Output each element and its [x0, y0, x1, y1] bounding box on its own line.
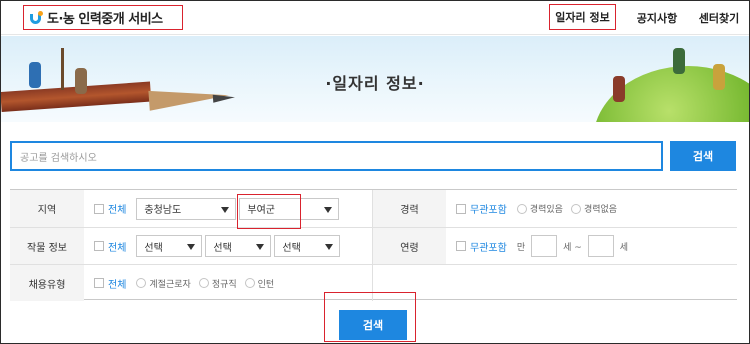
experience-yes-radio[interactable]: [516, 203, 527, 214]
intern-radio[interactable]: [244, 278, 255, 288]
experience-label: 경력: [372, 190, 446, 227]
crop-select-3[interactable]: 선택: [274, 235, 341, 257]
region-all-label[interactable]: 전체: [108, 201, 126, 216]
experience-yes-label[interactable]: 경력있음: [530, 202, 563, 215]
age-label: 연령: [372, 228, 446, 264]
nav-center-finder[interactable]: 센터찾기: [693, 1, 745, 35]
logo-text: 도·농 인력중개 서비스: [47, 12, 163, 27]
crop-all-label[interactable]: 전체: [108, 239, 126, 254]
employment-all-label[interactable]: 전체: [108, 276, 126, 291]
age-any-checkbox[interactable]: [456, 241, 466, 251]
pencil-lead-illustration: [212, 93, 236, 103]
logo[interactable]: 도·농 인력중개 서비스: [23, 5, 183, 30]
filter-row-crop: 작물 정보 전체 선택 선택 선택 연령 무관포함 만 세 ~ 세: [10, 228, 737, 265]
submit-search-button[interactable]: 검색: [339, 310, 407, 340]
seasonal-worker-label[interactable]: 계절근로자: [149, 277, 190, 290]
nav-jobs[interactable]: 일자리 정보: [549, 4, 616, 30]
banner: ·일자리 정보·: [1, 36, 749, 122]
full-time-label[interactable]: 정규직: [212, 277, 237, 290]
county-select[interactable]: 부여군: [239, 197, 340, 220]
crop-select-2[interactable]: 선택: [205, 235, 272, 257]
seasonal-worker-radio[interactable]: [136, 278, 147, 288]
crop-select-3-value: 선택: [282, 242, 301, 254]
chevron-down-icon: [221, 206, 230, 213]
crop-select-1-value: 선택: [144, 242, 163, 254]
age-suffix: 세: [619, 242, 629, 253]
search-input[interactable]: 공고를 검색하시오: [10, 141, 663, 171]
province-select[interactable]: 충청남도: [136, 197, 237, 220]
chevron-down-icon: [325, 244, 334, 250]
age-range-separator: 세 ~: [563, 242, 582, 253]
region-controls: 전체 충청남도 부여군: [84, 190, 372, 227]
intern-label[interactable]: 인턴: [258, 277, 275, 290]
header: 도·농 인력중개 서비스 일자리 정보 공지사항 센터찾기: [1, 1, 749, 35]
experience-no-radio[interactable]: [570, 203, 581, 214]
experience-no-label[interactable]: 경력없음: [584, 202, 617, 215]
filter-table: 지역 전체 충청남도 부여군 경력 무관포함 경력있음 경력없음 작물 정보 전…: [10, 189, 737, 301]
filter-row-region: 지역 전체 충청남도 부여군 경력 무관포함 경력있음 경력없음: [10, 190, 737, 228]
full-time-radio[interactable]: [198, 278, 209, 288]
banner-title: ·일자리 정보·: [325, 74, 425, 93]
chevron-down-icon: [324, 206, 333, 213]
age-any-label[interactable]: 무관포함: [470, 239, 507, 254]
age-controls: 무관포함 만 세 ~ 세: [446, 228, 737, 264]
empty-cell: [372, 265, 737, 301]
age-max-input[interactable]: [587, 235, 614, 257]
logo-icon: [29, 10, 43, 25]
province-value: 충청남도: [144, 205, 182, 216]
experience-any-label[interactable]: 무관포함: [470, 201, 507, 216]
age-prefix: 만: [516, 242, 526, 253]
region-label: 지역: [10, 190, 84, 227]
crop-select-1[interactable]: 선택: [136, 235, 203, 257]
experience-controls: 무관포함 경력있음 경력없음: [446, 190, 737, 227]
nav-notice[interactable]: 공지사항: [627, 1, 687, 35]
county-value: 부여군: [247, 205, 276, 216]
chevron-down-icon: [187, 244, 196, 250]
crop-label: 작물 정보: [10, 228, 84, 264]
employment-all-checkbox[interactable]: [94, 278, 104, 288]
crop-all-checkbox[interactable]: [94, 241, 104, 251]
chevron-down-icon: [256, 244, 265, 250]
search-button[interactable]: 검색: [670, 141, 736, 171]
crop-controls: 전체 선택 선택 선택: [84, 228, 372, 264]
region-all-checkbox[interactable]: [94, 203, 104, 214]
age-min-input[interactable]: [531, 235, 558, 257]
crop-select-2-value: 선택: [213, 242, 232, 254]
experience-any-checkbox[interactable]: [456, 203, 466, 214]
employment-label: 채용유형: [10, 265, 84, 301]
